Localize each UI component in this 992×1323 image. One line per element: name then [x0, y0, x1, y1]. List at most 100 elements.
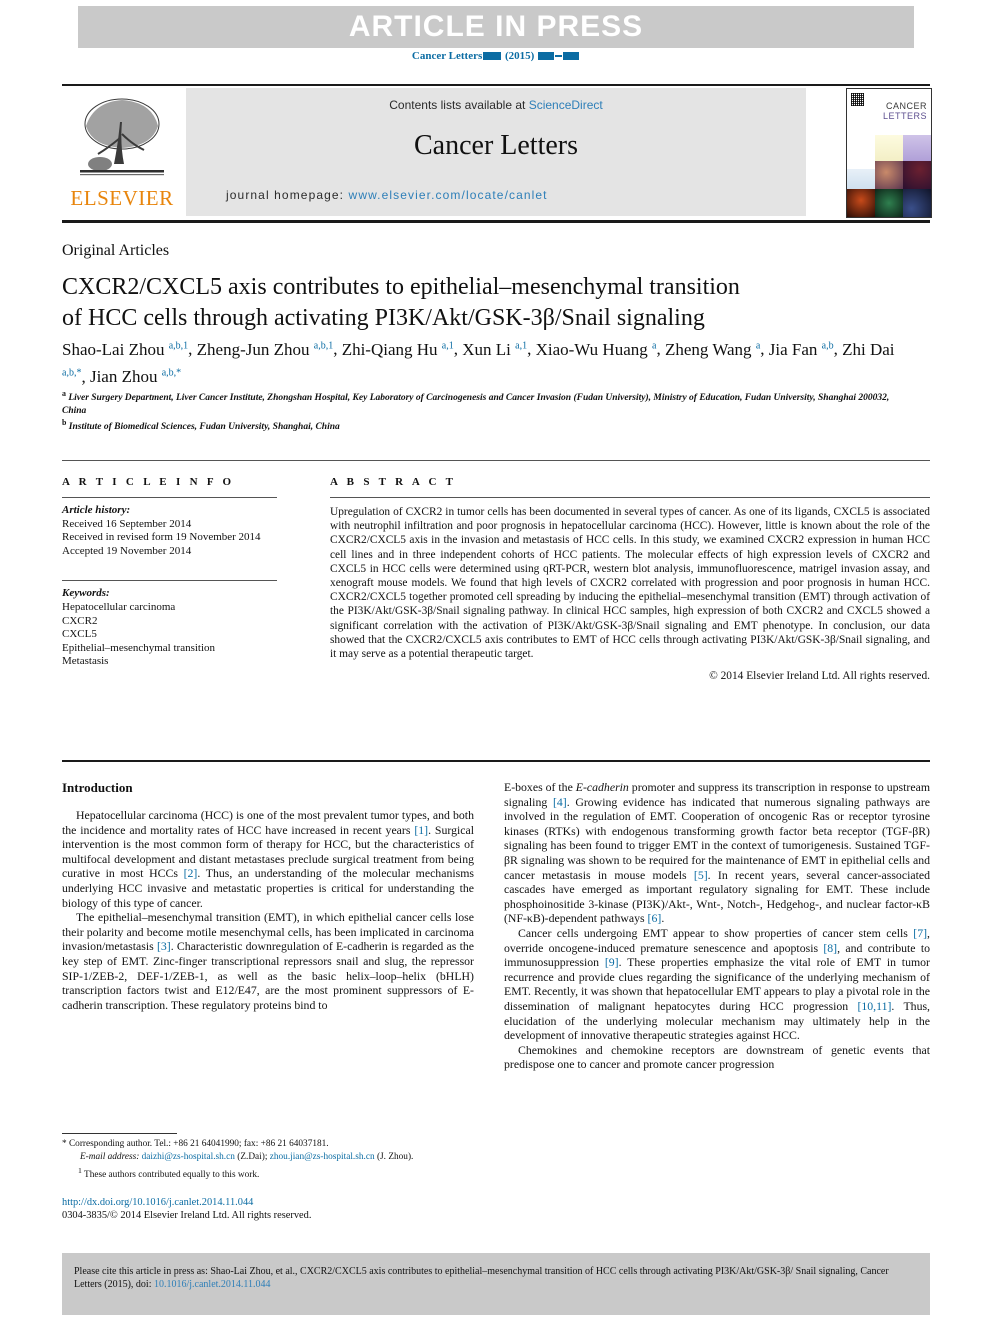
citation-reference[interactable]: [1] — [414, 823, 428, 837]
affiliation-b: b Institute of Biomedical Sciences, Fuda… — [62, 418, 340, 433]
sciencedirect-panel: Contents lists available at ScienceDirec… — [186, 88, 806, 216]
cover-image-grid — [847, 135, 931, 217]
author-name: Zheng Wang a — [664, 339, 761, 359]
page-end-placeholder-block — [563, 52, 580, 61]
author-name: Jian Zhou a,b,* — [89, 367, 182, 387]
info-bottom-rule — [62, 760, 930, 762]
footnote-rule — [62, 1133, 177, 1134]
paragraph-text: Hepatocellular carcinoma (HCC) is one of… — [62, 808, 474, 837]
italic-term: E-cadherin — [575, 780, 629, 794]
footnotes-block: * Corresponding author. Tel.: +86 21 640… — [62, 1139, 474, 1183]
introduction-heading: Introduction — [62, 780, 133, 795]
author-name: Xiao-Wu Huang a — [535, 339, 657, 359]
contents-list-label: Contents lists available at — [389, 98, 526, 112]
affiliation-b-text: Institute of Biomedical Sciences, Fudan … — [68, 422, 340, 433]
body-column-right: E-boxes of the E-cadherin promoter and s… — [504, 780, 930, 1072]
citation-reference[interactable]: [10,11] — [857, 999, 891, 1013]
journal-homepage-link[interactable]: www.elsevier.com/locate/canlet — [349, 188, 548, 202]
author-name: Shao-Lai Zhou a,b,1 — [62, 339, 189, 359]
equal-contribution-text: These authors contributed equally to thi… — [84, 1170, 260, 1181]
article-history-label: Article history: — [62, 504, 131, 516]
author-name: Xun Li a,1 — [462, 339, 528, 359]
citation-reference[interactable]: [2] — [184, 866, 198, 880]
abstract-heading: A B S T R A C T — [330, 476, 457, 488]
article-info-heading: A R T I C L E I N F O — [62, 476, 235, 488]
paragraph-text: Chemokines and chemokine receptors are d… — [504, 1042, 930, 1072]
cover-qr-icon — [851, 93, 864, 106]
author-affiliation-marker: a,b,1 — [168, 340, 189, 351]
author-name: Zheng-Jun Zhou a,b,1 — [196, 339, 334, 359]
author-affiliation-marker: a,b,1 — [313, 340, 334, 351]
history-item: Received 16 September 2014 — [62, 517, 192, 530]
cover-title: CANCER LETTERS — [883, 101, 927, 121]
history-item: Accepted 19 November 2014 — [62, 544, 192, 557]
author-name: Jia Fan a,b — [768, 339, 834, 359]
author-affiliation-marker: a — [755, 340, 761, 351]
citation-reference[interactable]: [6] — [648, 911, 662, 925]
page-range-dash — [555, 55, 563, 58]
citation-reference[interactable]: [7] — [913, 926, 927, 940]
citation-reference[interactable]: [9] — [605, 955, 619, 969]
citation-doi-link[interactable]: 10.1016/j.canlet.2014.11.044 — [154, 1279, 271, 1290]
cover-title-line2: LETTERS — [882, 111, 927, 121]
email-note: E-mail address: daizhi@zs-hospital.sh.cn… — [62, 1152, 474, 1164]
elsevier-logo: ELSEVIER — [62, 88, 182, 216]
cover-tile — [847, 169, 875, 189]
article-in-press-banner: ARTICLE IN PRESS — [78, 6, 914, 48]
contents-list-line: Contents lists available at ScienceDirec… — [186, 98, 806, 112]
keyword-item: Epithelial–mesenchymal transition — [62, 641, 216, 654]
sciencedirect-link[interactable]: ScienceDirect — [529, 98, 603, 112]
email-owner-2: (J. Zhou). — [376, 1151, 414, 1162]
citation-notice-box: Please cite this article in press as: Sh… — [62, 1253, 930, 1315]
journal-homepage-line: journal homepage: www.elsevier.com/locat… — [226, 188, 786, 202]
abstract-text: Upregulation of CXCR2 in tumor cells has… — [330, 506, 930, 661]
journal-masthead: ELSEVIER Contents lists available at Sci… — [62, 88, 932, 218]
paragraph-text: E-boxes of the — [504, 780, 576, 794]
article-title-line1: CXCR2/CXCL5 axis contributes to epitheli… — [62, 274, 740, 300]
email-link-1[interactable]: daizhi@zs-hospital.sh.cn — [142, 1152, 235, 1162]
citation-reference[interactable]: [3] — [157, 939, 171, 953]
keyword-item: CXCL5 — [62, 628, 97, 641]
author-list: Shao-Lai Zhou a,b,1, Zheng-Jun Zhou a,b,… — [62, 339, 895, 387]
info-top-rule — [62, 460, 930, 461]
cover-tile — [903, 135, 931, 161]
article-history: Article history: Received 16 September 2… — [62, 504, 277, 558]
issn-copyright: 0304-3835/© 2014 Elsevier Ireland Ltd. A… — [62, 1210, 312, 1221]
article-info-rule — [62, 497, 277, 498]
cover-tile — [847, 189, 875, 217]
article-info-column: A R T I C L E I N F O Article history: R… — [62, 476, 277, 669]
doi-link[interactable]: http://dx.doi.org/10.1016/j.canlet.2014.… — [62, 1196, 474, 1209]
abstract-copyright: © 2014 Elsevier Ireland Ltd. All rights … — [709, 670, 930, 683]
author-affiliation-marker: a,b,* — [161, 367, 182, 379]
citation-reference[interactable]: [5] — [694, 868, 708, 882]
masthead-bottom-rule — [62, 220, 930, 223]
citation-notice-text-wrap: Please cite this article in press as: Sh… — [74, 1265, 918, 1291]
journal-homepage-label: journal homepage: — [226, 188, 345, 202]
abstract-rule — [330, 497, 930, 498]
email-link-2[interactable]: zhou.jian@zs-hospital.sh.cn — [270, 1152, 375, 1162]
affiliation-a: a Liver Surgery Department, Liver Cancer… — [62, 389, 890, 416]
body-paragraph: E-boxes of the E-cadherin promoter and s… — [504, 780, 930, 926]
article-in-press-label: ARTICLE IN PRESS — [348, 10, 644, 43]
abstract-column: A B S T R A C T Upregulation of CXCR2 in… — [330, 476, 930, 682]
author-affiliation-marker: a,1 — [515, 340, 528, 351]
affiliations: a Liver Surgery Department, Liver Cancer… — [62, 388, 912, 434]
author-affiliation-marker: a,b — [821, 340, 834, 351]
left-column-paragraphs: Hepatocellular carcinoma (HCC) is one of… — [62, 808, 474, 1012]
keyword-item: Hepatocellular carcinoma — [62, 600, 176, 613]
citation-reference[interactable]: [4] — [553, 795, 567, 809]
masthead-top-rule — [62, 84, 930, 86]
author-affiliation-marker: a,b,* — [62, 367, 82, 379]
running-head-year: (2015) — [505, 50, 535, 62]
corresponding-author-text: Corresponding author. Tel.: +86 21 64041… — [68, 1139, 329, 1149]
citation-reference[interactable]: [8] — [823, 941, 837, 955]
body-paragraph: Chemokines and chemokine receptors are d… — [504, 1043, 930, 1072]
author-name: Zhi-Qiang Hu a,1 — [341, 339, 454, 359]
article-page: ARTICLE IN PRESS Cancer Letters (2015) E… — [0, 0, 992, 1323]
footnote-marker-1: 1 — [78, 1166, 82, 1176]
elsevier-tree-icon — [80, 98, 164, 176]
affiliation-a-text: Liver Surgery Department, Liver Cancer I… — [62, 393, 890, 416]
keywords-list: Keywords: Hepatocellular carcinoma CXCR2… — [62, 587, 277, 669]
cover-tile — [875, 189, 903, 217]
cover-tile — [875, 161, 903, 189]
